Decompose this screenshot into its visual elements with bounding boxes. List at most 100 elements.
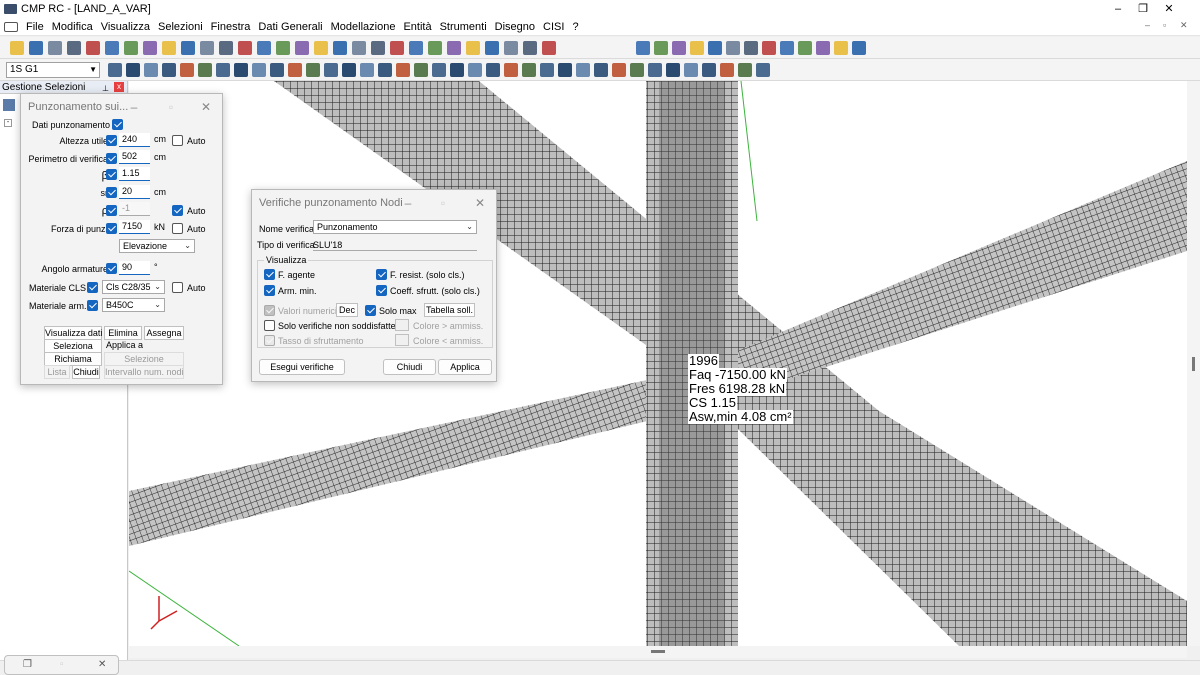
arm-min-checkbox[interactable]: [264, 285, 275, 296]
toolbar-tool-icon[interactable]: [486, 63, 500, 77]
toolbar-tool-icon[interactable]: [672, 41, 686, 55]
solo-max-checkbox[interactable]: [365, 305, 376, 316]
toolbar-tool-icon[interactable]: [143, 41, 157, 55]
toolbar-tool-icon[interactable]: [378, 63, 392, 77]
altezza-auto-checkbox[interactable]: [172, 135, 183, 146]
close-button[interactable]: ✕: [1159, 1, 1179, 17]
toolbar-tool-icon[interactable]: [798, 41, 812, 55]
toolbar-tool-icon[interactable]: [252, 63, 266, 77]
panel-close-button[interactable]: x: [114, 82, 124, 92]
filter-icon[interactable]: [3, 99, 15, 111]
menu-finestra[interactable]: Finestra: [207, 18, 255, 36]
f-resist-checkbox[interactable]: [376, 269, 387, 280]
toolbar-tool-icon[interactable]: [726, 41, 740, 55]
mdi-close-button[interactable]: ✕: [1180, 20, 1188, 31]
toolbar-tool-icon[interactable]: [702, 63, 716, 77]
toolbar-tool-icon[interactable]: [738, 63, 752, 77]
beta-input[interactable]: 1.15: [119, 167, 150, 181]
maximize-button[interactable]: ❐: [1133, 1, 1153, 17]
toolbar-tool-icon[interactable]: [504, 41, 518, 55]
intervallo-button[interactable]: Intervallo num. nodi: [104, 365, 184, 379]
toolbar-tool-icon[interactable]: [238, 41, 252, 55]
mdi-restore-button[interactable]: ▫: [1163, 20, 1166, 30]
toolbar-tool-icon[interactable]: [485, 41, 499, 55]
toolbar-tool-icon[interactable]: [630, 63, 644, 77]
arm-select[interactable]: B450C ⌄: [102, 298, 165, 312]
toolbar-tool-icon[interactable]: [288, 63, 302, 77]
menu-disegno[interactable]: Disegno: [491, 18, 539, 36]
horizontal-scroll-thumb[interactable]: [651, 650, 665, 653]
richiama-button[interactable]: Richiama: [44, 352, 102, 366]
elimina-button[interactable]: Elimina: [104, 326, 142, 340]
toolbar-tool-icon[interactable]: [124, 41, 138, 55]
toolbar-tool-icon[interactable]: [371, 41, 385, 55]
beta-checkbox[interactable]: [106, 169, 117, 180]
toolbar-tool-icon[interactable]: [10, 41, 24, 55]
toolbar-tool-icon[interactable]: [105, 41, 119, 55]
tabella-soll-button[interactable]: Tabella soll.: [424, 303, 475, 317]
toolbar-tool-icon[interactable]: [542, 41, 556, 55]
angolo-checkbox[interactable]: [106, 263, 117, 274]
menu-entita[interactable]: Entità: [399, 18, 435, 36]
toolbar-tool-icon[interactable]: [390, 41, 404, 55]
cls-checkbox[interactable]: [87, 282, 98, 293]
toolbar-tool-icon[interactable]: [257, 41, 271, 55]
toolbar-tool-icon[interactable]: [636, 41, 650, 55]
toolbar-tool-icon[interactable]: [198, 63, 212, 77]
toolbar-tool-icon[interactable]: [48, 41, 62, 55]
menu-help[interactable]: ?: [568, 18, 582, 36]
mdi-minimize-button[interactable]: –: [1145, 20, 1150, 30]
toolbar-tool-icon[interactable]: [612, 63, 626, 77]
assegna-button[interactable]: Assegna: [144, 326, 184, 340]
dialog-close-button[interactable]: ✕: [193, 94, 219, 120]
cls-select[interactable]: Cls C28/35 ⌄: [102, 280, 165, 294]
toolbar-tool-icon[interactable]: [720, 63, 734, 77]
toolbar-tool-icon[interactable]: [333, 41, 347, 55]
toolbar-tool-icon[interactable]: [276, 41, 290, 55]
menu-file[interactable]: File: [22, 18, 48, 36]
dec-button[interactable]: Dec: [336, 303, 358, 317]
applica-button[interactable]: Applica: [438, 359, 492, 375]
toolbar-tool-icon[interactable]: [234, 63, 248, 77]
menu-modellazione[interactable]: Modellazione: [327, 18, 400, 36]
section-checkbox[interactable]: [112, 119, 123, 130]
toolbar-tool-icon[interactable]: [144, 63, 158, 77]
forza-checkbox[interactable]: [106, 223, 117, 234]
menu-visualizza[interactable]: Visualizza: [97, 18, 154, 36]
toolbar-tool-icon[interactable]: [504, 63, 518, 77]
toolbar-tool-icon[interactable]: [852, 41, 866, 55]
solo-non-soddisfatte-checkbox[interactable]: [264, 320, 275, 331]
toolbar-tool-icon[interactable]: [523, 41, 537, 55]
toolbar-tool-icon[interactable]: [352, 41, 366, 55]
dialog-close-button[interactable]: ✕: [467, 190, 493, 216]
toolbar-tool-icon[interactable]: [690, 41, 704, 55]
tree-expander-icon[interactable]: -: [4, 119, 12, 127]
menu-dati-generali[interactable]: Dati Generali: [254, 18, 326, 36]
toolbar-tool-icon[interactable]: [522, 63, 536, 77]
toolbar-tool-icon[interactable]: [648, 63, 662, 77]
minimize-icon[interactable]: –: [121, 94, 147, 120]
toolbar-tool-icon[interactable]: [200, 41, 214, 55]
arm-checkbox[interactable]: [87, 300, 98, 311]
toolbar-tool-icon[interactable]: [414, 63, 428, 77]
menu-selezioni[interactable]: Selezioni: [154, 18, 207, 36]
lista-button[interactable]: Lista: [44, 365, 70, 379]
toolbar-tool-icon[interactable]: [762, 41, 776, 55]
toolbar-tool-icon[interactable]: [576, 63, 590, 77]
toolbar-tool-icon[interactable]: [181, 41, 195, 55]
toolbar-tool-icon[interactable]: [558, 63, 572, 77]
cls-auto-checkbox[interactable]: [172, 282, 183, 293]
nome-verifica-select[interactable]: Punzonamento ⌄: [313, 220, 477, 234]
toolbar-tool-icon[interactable]: [594, 63, 608, 77]
horizontal-scrollbar[interactable]: [129, 646, 1187, 658]
perimetro-checkbox[interactable]: [106, 153, 117, 164]
toolbar-tool-icon[interactable]: [306, 63, 320, 77]
minimize-button[interactable]: –: [1108, 1, 1128, 17]
close-icon[interactable]: ✕: [98, 659, 106, 670]
toolbar-tool-icon[interactable]: [180, 63, 194, 77]
toolbar-tool-icon[interactable]: [360, 63, 374, 77]
toolbar-tool-icon[interactable]: [428, 41, 442, 55]
toolbar-tool-icon[interactable]: [432, 63, 446, 77]
toolbar-tool-icon[interactable]: [834, 41, 848, 55]
rho-input[interactable]: -1: [119, 202, 150, 216]
